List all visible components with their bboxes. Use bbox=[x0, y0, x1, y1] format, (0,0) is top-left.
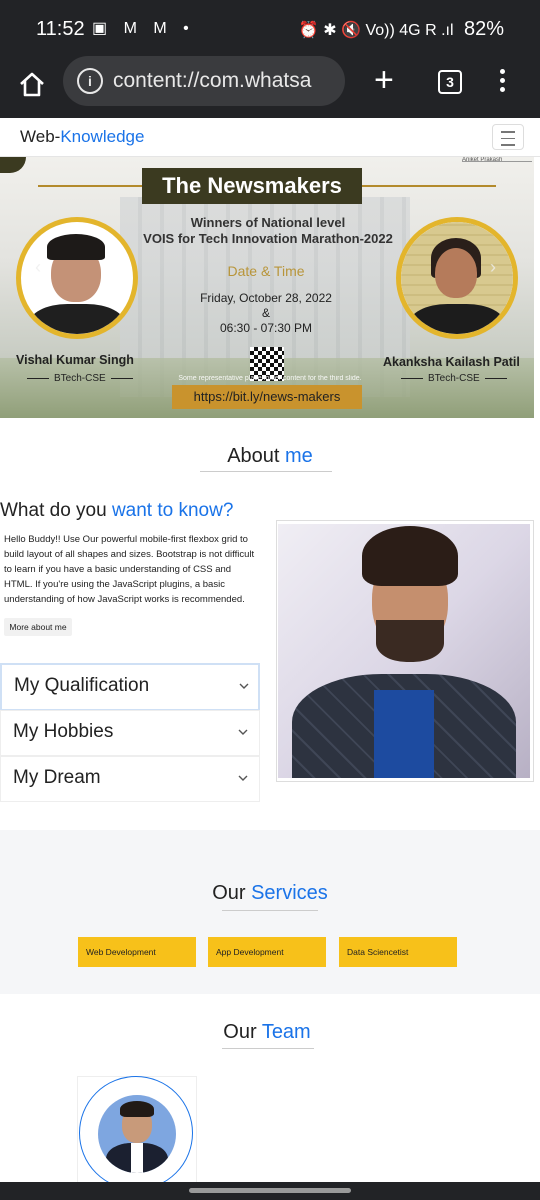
info-icon[interactable]: i bbox=[77, 68, 103, 95]
left-person-degree: BTech-CSE bbox=[22, 373, 138, 384]
gesture-nav-handle[interactable] bbox=[189, 1188, 351, 1193]
carousel-next-icon[interactable]: › bbox=[490, 257, 496, 278]
home-icon[interactable] bbox=[16, 68, 52, 104]
accordion-dream[interactable]: My Dream bbox=[0, 756, 260, 802]
banner-subtitle-line1: Winners of National level bbox=[190, 215, 346, 230]
brand-suffix: Knowledge bbox=[60, 127, 145, 146]
right-person-name: Akanksha Kailash Patil bbox=[383, 355, 520, 369]
team-title-underline bbox=[222, 1048, 314, 1049]
accordion-label: My Qualification bbox=[14, 675, 150, 696]
status-time: 11:52 bbox=[36, 18, 85, 40]
about-section-title: About me bbox=[227, 445, 313, 467]
system-icons: ⏰ ✱ 🔇 Vo)) 4G R .ıl bbox=[298, 22, 454, 39]
event-time: 06:30 - 07:30 PM bbox=[219, 321, 313, 335]
datetime-block: Friday, October 28, 2022 & 06:30 - 07:30… bbox=[150, 291, 382, 336]
site-brand[interactable]: Web-Knowledge bbox=[20, 127, 144, 147]
left-person-name: Vishal Kumar Singh bbox=[16, 353, 134, 367]
team-member-avatar bbox=[79, 1076, 193, 1190]
hero-carousel: Aniket Prakash The Newsmakers Winners of… bbox=[0, 157, 534, 418]
carousel-prev-icon[interactable]: ‹ bbox=[35, 257, 41, 278]
profile-photo bbox=[278, 524, 530, 778]
chevron-down-icon bbox=[237, 771, 249, 783]
left-portrait bbox=[16, 217, 138, 339]
about-question: What do you want to know? bbox=[0, 500, 234, 521]
service-data-scientist[interactable]: Data Sciencetist bbox=[339, 937, 457, 967]
status-bar: 11:52 ▣ M M • ⏰ ✱ 🔇 Vo)) 4G R .ıl 82% bbox=[0, 0, 540, 56]
banner-subtitle: Winners of National level VOIS for Tech … bbox=[130, 215, 406, 247]
more-about-me-button[interactable]: More about me bbox=[4, 618, 72, 636]
url-text: content://com.whatsa bbox=[113, 69, 312, 92]
banner-link[interactable]: https://bit.ly/news-makers bbox=[172, 385, 362, 409]
about-paragraph: Hello Buddy!! Use Our powerful mobile-fi… bbox=[4, 534, 255, 605]
about-title-underline bbox=[200, 471, 332, 472]
browser-toolbar: i content://com.whatsa + 3 bbox=[0, 56, 540, 118]
accordion-label: My Dream bbox=[13, 767, 101, 788]
accordion-label: My Hobbies bbox=[13, 721, 114, 742]
event-date: Friday, October 28, 2022 bbox=[200, 291, 332, 305]
tab-switcher-button[interactable]: 3 bbox=[438, 70, 462, 94]
hamburger-menu-icon[interactable] bbox=[492, 124, 524, 150]
services-title-underline bbox=[222, 910, 318, 911]
services-section-title: Our Services bbox=[212, 882, 328, 904]
notification-icons: ▣ M M • bbox=[92, 20, 195, 37]
team-section-title: Our Team bbox=[223, 1021, 311, 1043]
service-web-development[interactable]: Web Development bbox=[78, 937, 196, 967]
services-section bbox=[0, 830, 540, 994]
chevron-down-icon bbox=[238, 679, 250, 691]
right-person-degree: BTech-CSE bbox=[396, 373, 512, 384]
right-portrait bbox=[396, 217, 518, 339]
system-status: ⏰ ✱ 🔇 Vo)) 4G R .ıl 82% bbox=[299, 18, 504, 41]
accordion-hobbies[interactable]: My Hobbies bbox=[0, 710, 260, 756]
carousel-caption: Some representative placeholder content … bbox=[178, 375, 362, 382]
overflow-menu-icon[interactable] bbox=[496, 66, 508, 96]
datetime-label: Date & Time bbox=[227, 263, 305, 279]
new-tab-icon[interactable]: + bbox=[374, 62, 394, 98]
accordion-qualification[interactable]: My Qualification bbox=[0, 663, 260, 711]
banner-heading: The Newsmakers bbox=[142, 168, 362, 204]
site-navbar: Web-Knowledge bbox=[0, 118, 540, 157]
banner-subtitle-line2: VOIS for Tech Innovation Marathon-2022 bbox=[143, 231, 393, 246]
battery-level: 82% bbox=[463, 18, 504, 40]
chevron-down-icon bbox=[237, 725, 249, 737]
service-app-development[interactable]: App Development bbox=[208, 937, 326, 967]
logo-corner bbox=[0, 157, 26, 173]
datetime-amp: & bbox=[261, 306, 270, 320]
address-bar[interactable]: i content://com.whatsa bbox=[63, 56, 345, 106]
corner-caption: Aniket Prakash bbox=[462, 157, 503, 163]
brand-prefix: Web- bbox=[20, 127, 61, 146]
